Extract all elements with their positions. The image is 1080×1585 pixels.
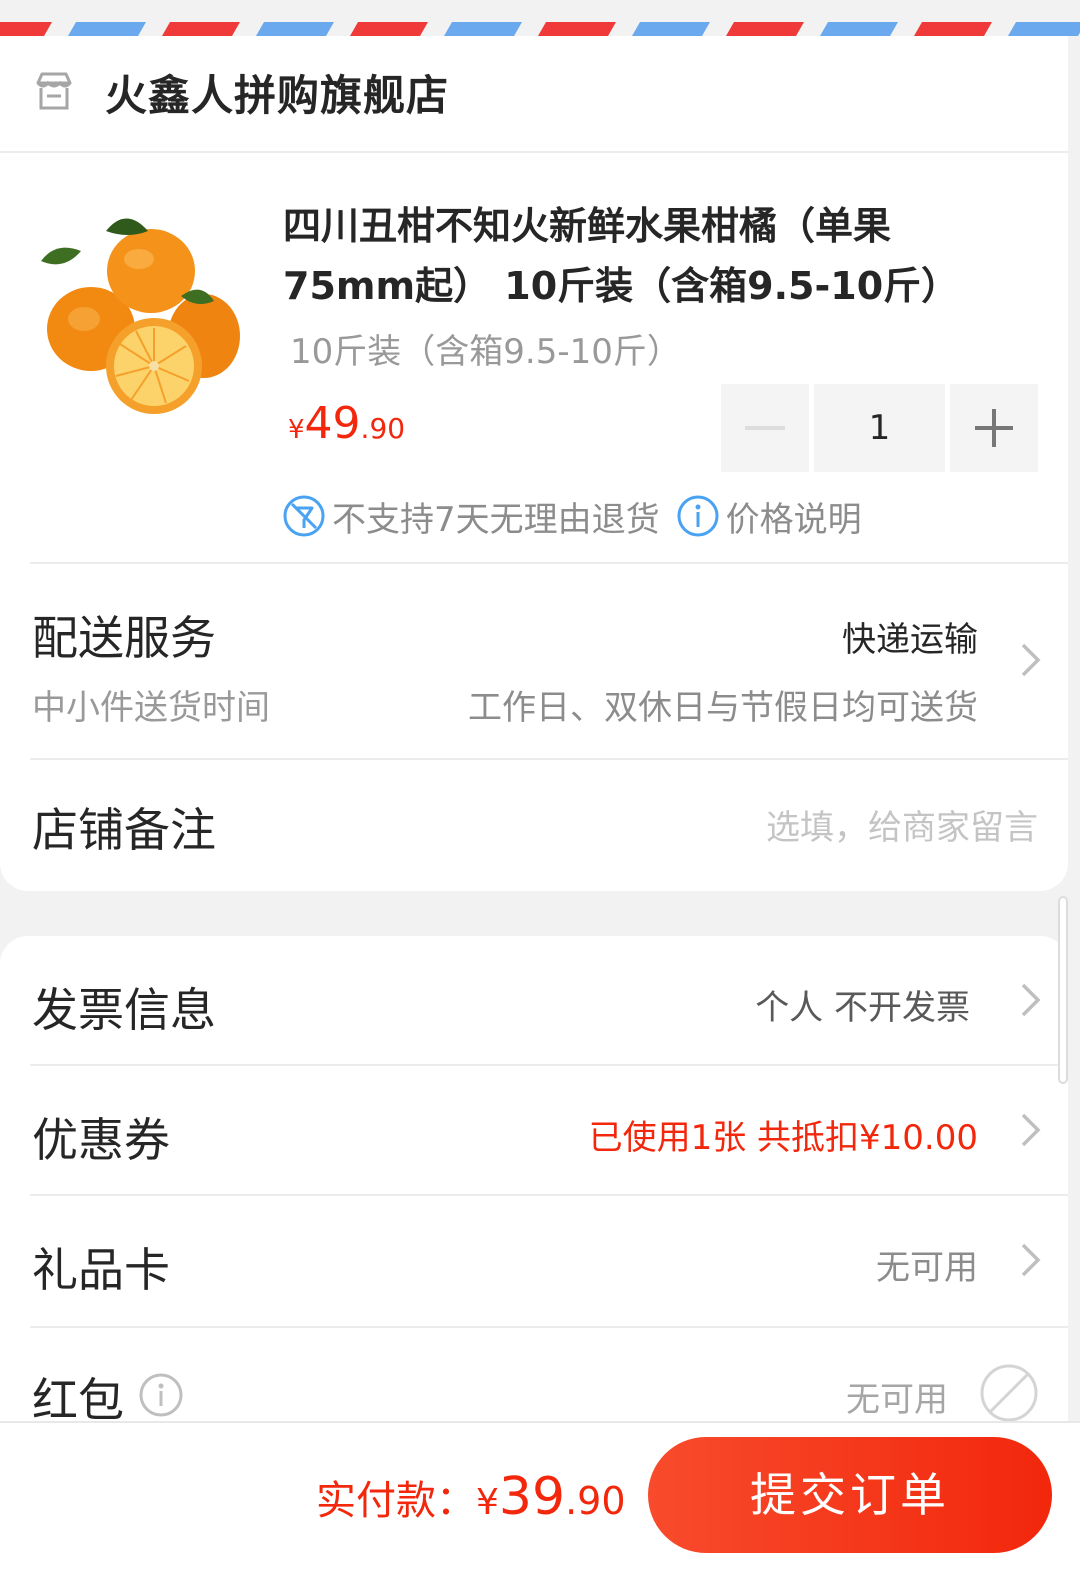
- price-currency: ¥: [288, 415, 305, 445]
- delivery-time-value: 工作日、双休日与节假日均可送货: [468, 688, 978, 728]
- pay-label: 实付款：: [316, 1478, 476, 1524]
- airmail-stripe-border: [0, 0, 1080, 40]
- invoice-title: 发票信息: [32, 983, 216, 1037]
- invoice-value: 个人 不开发票: [755, 988, 970, 1028]
- store-header[interactable]: 火鑫人拼购旗舰店: [0, 36, 1068, 153]
- quantity-stepper: 1: [721, 384, 1039, 472]
- no-return-icon: [283, 495, 325, 537]
- checkout-bar: 实付款：¥39.90 提交订单: [0, 1421, 1080, 1585]
- airmail-stripe: [538, 22, 616, 36]
- service-notices: 不支持7天无理由退货 价格说明: [282, 492, 862, 540]
- airmail-stripe: [632, 22, 710, 36]
- chevron-right-icon: [1021, 1243, 1041, 1277]
- product-title[interactable]: 四川丑柑不知火新鲜水果柑橘（单果75mm起） 10斤装（含箱9.5-10斤）: [283, 196, 983, 316]
- order-options-card: 发票信息 个人 不开发票 优惠券 已使用1张 共抵扣¥10.00 礼品卡 无可用…: [0, 936, 1068, 1436]
- price-note-link[interactable]: 价格说明: [726, 492, 862, 541]
- airmail-stripe: [820, 22, 898, 36]
- no-return-notice: 不支持7天无理由退货: [332, 499, 660, 540]
- airmail-stripe: [914, 22, 992, 36]
- coupon-value: 已使用1张 共抵扣¥10.00: [588, 1118, 978, 1158]
- airmail-stripe: [1008, 22, 1080, 36]
- airmail-stripe: [444, 22, 522, 36]
- total-integer: 39: [498, 1467, 566, 1527]
- total-currency: ¥: [476, 1482, 499, 1523]
- divider: [30, 1064, 1068, 1066]
- store-name: 火鑫人拼购旗舰店: [105, 71, 450, 120]
- divider: [30, 562, 1068, 564]
- price-decimal: .90: [360, 412, 406, 445]
- delivery-method: 快递运输: [842, 620, 978, 660]
- chevron-right-icon: [1021, 1113, 1041, 1147]
- airmail-stripe: [726, 22, 804, 36]
- info-icon[interactable]: [138, 1372, 184, 1418]
- divider: [30, 1326, 1068, 1328]
- decrease-quantity-button[interactable]: [721, 384, 809, 472]
- remark-input[interactable]: 选填，给商家留言: [766, 800, 1038, 849]
- red-packet-value: 无可用: [846, 1380, 948, 1420]
- submit-order-button[interactable]: 提交订单: [648, 1437, 1052, 1553]
- disabled-icon: [980, 1364, 1038, 1422]
- airmail-stripe: [256, 22, 334, 36]
- price-integer: 49: [304, 398, 361, 449]
- store-icon: [36, 72, 72, 110]
- airmail-stripe: [350, 22, 428, 36]
- gift-card-value: 无可用: [876, 1248, 978, 1288]
- divider: [30, 758, 1068, 760]
- scrollbar[interactable]: [1058, 896, 1068, 1084]
- product-price: ¥49.90: [288, 398, 405, 449]
- delivery-title: 配送服务: [32, 611, 216, 665]
- total-payment: 实付款：¥39.90: [316, 1467, 626, 1527]
- oranges-product-image[interactable]: [36, 201, 246, 431]
- gift-card-title: 礼品卡: [32, 1243, 170, 1297]
- coupon-title: 优惠券: [32, 1113, 170, 1167]
- increase-quantity-button[interactable]: [950, 384, 1038, 472]
- divider: [30, 1194, 1068, 1196]
- airmail-stripe: [0, 22, 52, 36]
- info-icon[interactable]: [676, 494, 720, 538]
- total-decimal: .90: [565, 1479, 626, 1523]
- minus-icon: [745, 426, 785, 430]
- airmail-stripe: [162, 22, 240, 36]
- chevron-right-icon: [1021, 983, 1041, 1017]
- plus-icon: [975, 409, 1013, 447]
- quantity-value[interactable]: 1: [814, 384, 945, 472]
- chevron-right-icon: [1021, 643, 1041, 677]
- delivery-time-label: 中小件送货时间: [32, 688, 270, 728]
- product-spec: 10斤装（含箱9.5-10斤）: [290, 332, 681, 372]
- order-store-card: 火鑫人拼购旗舰店 四川丑柑不知火新鲜水果柑橘（单果75mm起） 10斤装（含箱9…: [0, 36, 1068, 891]
- airmail-stripe: [68, 22, 146, 36]
- remark-title: 店铺备注: [32, 803, 216, 857]
